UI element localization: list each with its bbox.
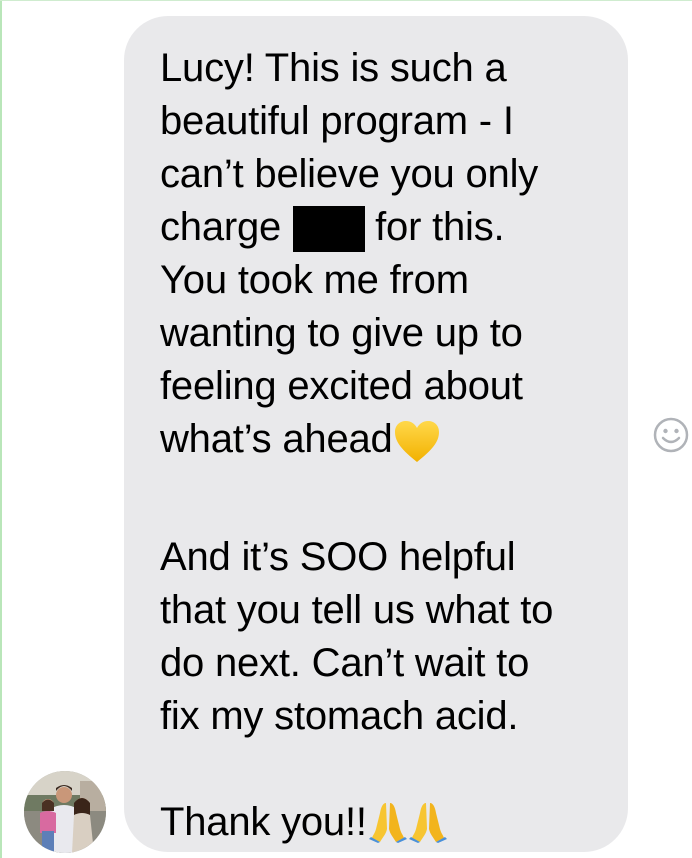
message-line: beautiful program - I	[160, 99, 514, 143]
message-line: fix my stomach acid.	[160, 694, 519, 738]
message-bubble[interactable]: Lucy! This is such a beautiful program -…	[124, 16, 628, 852]
message-line-price: charge for this.	[160, 201, 604, 254]
message-text: what’s ahead	[160, 417, 393, 461]
family-photo-avatar	[24, 771, 106, 853]
redacted-price-block	[293, 206, 366, 252]
message-line: And it’s SOO helpful	[160, 535, 516, 579]
message-text: for this.	[375, 205, 505, 249]
message-line: feeling excited about	[160, 364, 523, 408]
message-line: that you tell us what to	[160, 588, 554, 632]
smiley-face-icon	[653, 417, 689, 453]
message-line: wanting to give up to	[160, 311, 523, 355]
message-line: You took me from	[160, 258, 469, 302]
message-line: can’t believe you only	[160, 152, 539, 196]
folded-hands-icon	[408, 801, 447, 857]
message-text: Thank you!!	[160, 800, 367, 844]
message-line: do next. Can’t wait to	[160, 641, 530, 685]
left-border	[0, 0, 2, 858]
folded-hands-icon	[368, 801, 407, 857]
message-text: charge	[160, 205, 282, 249]
top-border	[0, 0, 692, 1]
message-line-heart: what’s ahead	[160, 413, 604, 478]
add-reaction-button[interactable]	[652, 416, 690, 454]
message-line-thanks: Thank you!!	[160, 796, 604, 857]
message-line: Lucy! This is such a	[160, 46, 507, 90]
sender-avatar[interactable]	[24, 771, 106, 853]
yellow-heart-icon	[394, 420, 440, 478]
